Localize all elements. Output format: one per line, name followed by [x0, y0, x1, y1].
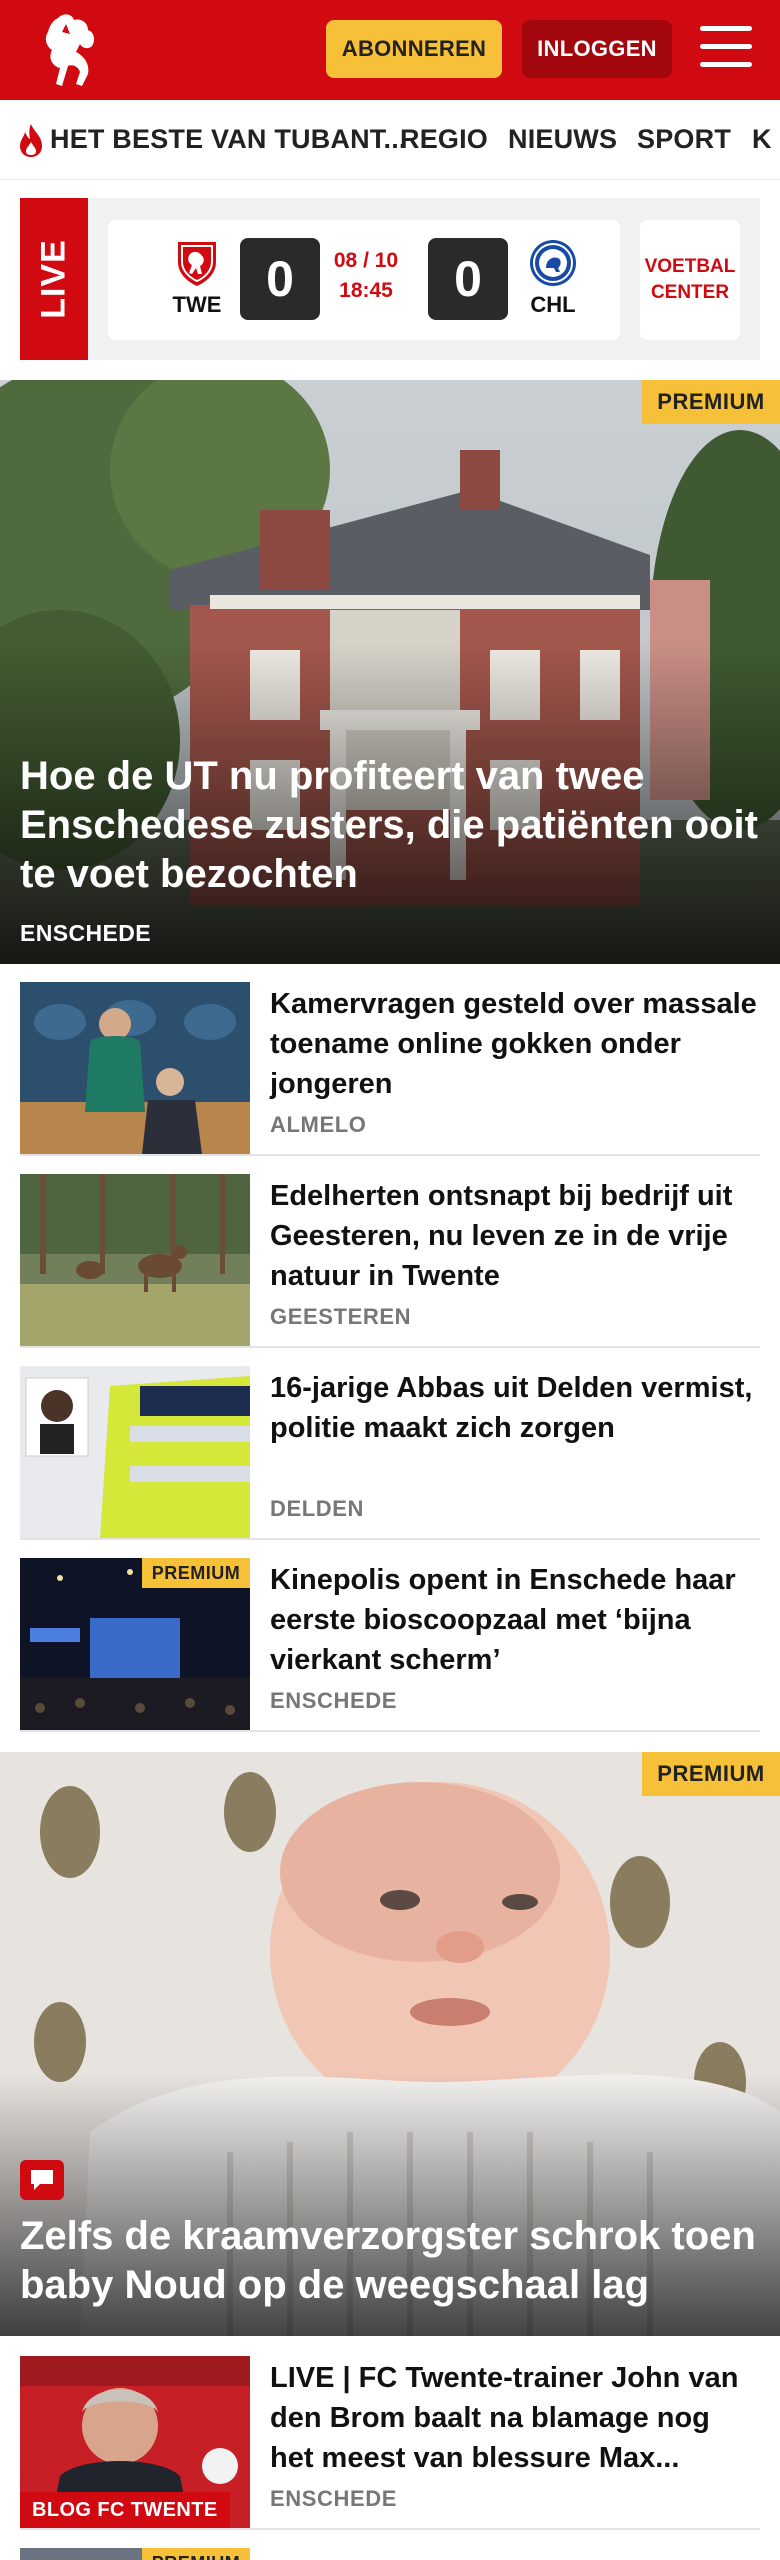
blog-tag: BLOG FC TWENTE — [20, 2492, 230, 2528]
home-team-name: TWE — [172, 292, 222, 317]
premium-badge: PREMIUM — [642, 380, 780, 424]
nav-item-more[interactable]: K — [752, 124, 772, 155]
top-header: ABONNEREN INLOGGEN — [0, 0, 780, 100]
list-item[interactable]: Edelherten ontsnapt bij bedrijf uit Gees… — [20, 1156, 760, 1348]
home-score: 0 — [240, 238, 320, 320]
list-item[interactable]: BLOG FC TWENTE LIVE | FC Twente-trainer … — [20, 2338, 760, 2530]
thumbnail-deer — [20, 1174, 250, 1346]
article-location: DELDEN — [270, 1496, 365, 1521]
thumbnail-trainer: BLOG FC TWENTE — [20, 2356, 250, 2528]
list-item[interactable]: Kamervragen gesteld over massale toename… — [20, 964, 760, 1156]
thumbnail-police — [20, 1366, 250, 1538]
hero-location: ENSCHEDE — [20, 920, 152, 946]
fc-twente-logo-icon — [178, 242, 216, 286]
live-score-widget: LIVE TWE 0 08 / 10 18:45 0 CHL VOETBAL C… — [20, 198, 760, 360]
list-item[interactable]: PREMIUM Kinepolis opent in Enschede haar… — [20, 1540, 760, 1732]
article-location: ENSCHEDE — [270, 2486, 398, 2511]
article-title[interactable]: 16-jarige Abbas uit Delden vermist, poli… — [270, 1368, 760, 1448]
section-nav: HET BESTE VAN TUBANT... REGIO NIEUWS SPO… — [0, 100, 780, 180]
tubantia-horse-logo-icon[interactable] — [36, 10, 106, 90]
article-location: ALMELO — [270, 1112, 367, 1137]
hamburger-menu-icon[interactable] — [700, 26, 752, 72]
chelsea-logo-icon — [530, 240, 576, 286]
list-item[interactable]: 16-jarige Abbas uit Delden vermist, poli… — [20, 1348, 760, 1540]
article-location: GEESTEREN — [270, 1304, 412, 1329]
hero-title[interactable]: Zelfs de kraamverzorgster schrok toen ba… — [20, 2212, 760, 2310]
nav-item-best-of[interactable]: HET BESTE VAN TUBANT... — [50, 124, 407, 155]
live-tag: LIVE — [20, 198, 88, 360]
flame-icon — [20, 124, 42, 157]
premium-badge: PREMIUM — [142, 1558, 250, 1588]
article-title[interactable]: Kamervragen gesteld over massale toename… — [270, 984, 760, 1104]
match-datetime: 08 / 10 18:45 — [333, 249, 399, 302]
away-team-name: CHL — [530, 292, 576, 317]
hero-article-baby-noud[interactable]: PREMIUM Zelfs de kraamverzorgster schrok… — [0, 1752, 780, 2336]
thumbnail-parliament — [20, 982, 250, 1154]
subscribe-button[interactable]: ABONNEREN — [326, 20, 502, 78]
premium-badge: PREMIUM — [642, 1752, 780, 1796]
match-card[interactable]: TWE 0 08 / 10 18:45 0 CHL — [108, 220, 620, 340]
thumbnail-cinema: PREMIUM — [20, 1558, 250, 1730]
nav-item-sport[interactable]: SPORT — [637, 124, 731, 155]
login-button[interactable]: INLOGGEN — [522, 20, 672, 78]
voetbal-center-button[interactable]: VOETBAL CENTER — [640, 220, 740, 340]
comment-icon[interactable] — [20, 2160, 64, 2200]
away-score: 0 — [428, 238, 508, 320]
article-title[interactable]: Edelherten ontsnapt bij bedrijf uit Gees… — [270, 1176, 760, 1296]
hero-title[interactable]: Hoe de UT nu profiteert van twee Ensched… — [20, 752, 760, 899]
article-title[interactable]: LIVE | FC Twente-trainer John van den Br… — [270, 2358, 760, 2478]
nav-item-regio[interactable]: REGIO — [400, 124, 488, 155]
article-title[interactable]: Kinepolis opent in Enschede haar eerste … — [270, 1560, 760, 1680]
premium-badge: PREMIUM — [142, 2548, 250, 2560]
hero-article-ut-zusters[interactable]: PREMIUM Hoe de UT nu profiteert van twee… — [0, 380, 780, 964]
article-location: ENSCHEDE — [270, 1688, 398, 1713]
nav-item-nieuws[interactable]: NIEUWS — [508, 124, 617, 155]
thumbnail-partial: PREMIUM — [20, 2548, 250, 2560]
